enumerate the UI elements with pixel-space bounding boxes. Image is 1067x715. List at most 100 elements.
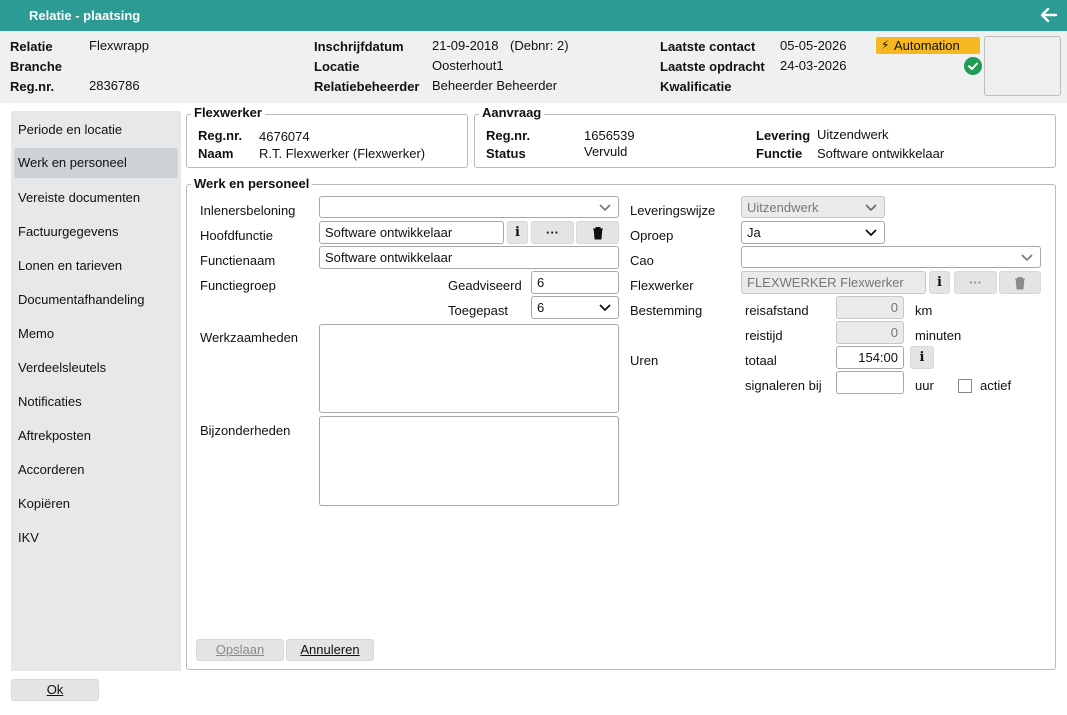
sidebar-item-aftrekposten[interactable]: Aftrekposten (14, 421, 178, 451)
sidebar-item-werk-en-personeel[interactable]: Werk en personeel (14, 148, 178, 178)
sidebar-item-verdeelsleutels[interactable]: Verdeelsleutels (14, 353, 178, 383)
geadviseerd-field[interactable]: 6 (531, 271, 619, 294)
hoofdfunctie-info-button[interactable]: i (507, 221, 528, 244)
totaal-label: totaal (745, 353, 777, 368)
regnr-value: 2836786 (89, 78, 140, 93)
bijzonderheden-label: Bijzonderheden (200, 423, 291, 438)
minuten-label: minuten (915, 328, 962, 343)
check-circle-icon (964, 57, 982, 75)
hoofdfunctie-field[interactable]: Software ontwikkelaar (319, 221, 504, 244)
signaleren-field[interactable] (836, 371, 904, 394)
aanvraag-functie-value: Software ontwikkelaar (817, 146, 945, 161)
sidebar-item-ikv[interactable]: IKV (14, 523, 178, 553)
flexwerker-naam-label: Naam (198, 146, 234, 161)
toegepast-value: 6 (537, 300, 545, 315)
bijzonderheden-textarea[interactable] (319, 416, 619, 506)
oproep-value: Ja (747, 225, 761, 240)
oproep-label: Oproep (630, 228, 674, 243)
functiegroep-label: Functiegroep (200, 278, 276, 293)
sidebar-item-documentafhandeling[interactable]: Documentafhandeling (14, 285, 178, 315)
ok-button[interactable]: Ok (11, 679, 99, 701)
totaal-info-button[interactable]: i (910, 346, 934, 369)
werkzaamheden-label: Werkzaamheden (200, 330, 299, 345)
toegepast-label: Toegepast (448, 303, 508, 318)
sidebar-item-notificaties[interactable]: Notificaties (14, 387, 178, 417)
cao-select[interactable] (741, 246, 1041, 268)
chevron-down-icon (865, 229, 877, 237)
trash-icon (1015, 277, 1025, 290)
leveringswijze-label: Leveringswijze (630, 203, 716, 218)
aanvraag-group-title: Aanvraag (479, 105, 545, 120)
flexwerker-naam-value: R.T. Flexwerker (Flexwerker) (259, 146, 426, 161)
automation-badge: ⚡ Automation (876, 37, 980, 54)
oproep-select[interactable]: Ja (741, 221, 885, 244)
inlenersbeloning-label: Inlenersbeloning (200, 203, 296, 218)
sidebar-item-kopieren[interactable]: Kopiëren (14, 489, 178, 519)
locatie-value: Oosterhout1 (432, 58, 504, 73)
sidebar-item-lonen-en-tarieven[interactable]: Lonen en tarieven (14, 251, 178, 281)
sidebar-item-accorderen[interactable]: Accorderen (14, 455, 178, 485)
title-bar: Relatie - plaatsing (0, 0, 1067, 31)
chevron-down-icon (1021, 254, 1033, 262)
leveringswijze-value: Uitzendwerk (747, 200, 819, 215)
flexwerker-group-title: Flexwerker (191, 105, 265, 120)
totaal-field[interactable]: 154:00 (836, 346, 904, 369)
actief-label: actief (980, 378, 1012, 393)
reistijd-field[interactable]: 0 (836, 321, 904, 344)
more-icon: ··· (546, 225, 559, 240)
signaleren-label: signaleren bij (745, 378, 822, 393)
reisafstand-label: reisafstand (745, 303, 809, 318)
laatste-contact-label: Laatste contact (660, 39, 756, 54)
aanvraag-functie-label: Functie (756, 146, 803, 161)
actief-checkbox[interactable] (958, 379, 972, 393)
photo-placeholder[interactable] (984, 36, 1061, 96)
aanvraag-regnr-value: 1656539 (584, 128, 635, 143)
trash-icon (592, 227, 603, 240)
sidebar-item-memo[interactable]: Memo (14, 319, 178, 349)
leveringswijze-select[interactable]: Uitzendwerk (741, 196, 885, 218)
relatiebeheerder-value: Beheerder Beheerder (432, 78, 558, 93)
lightning-icon: ⚡ (881, 38, 890, 52)
annuleren-button[interactable]: Annuleren (286, 639, 374, 661)
bestemming-label: Bestemming (630, 303, 703, 318)
flexwerker-delete-button[interactable] (999, 271, 1041, 294)
relatie-label: Relatie (10, 39, 53, 54)
werk-en-personeel-title: Werk en personeel (191, 176, 313, 191)
window-title: Relatie - plaatsing (29, 8, 141, 23)
back-arrow-icon[interactable] (1039, 4, 1059, 26)
functienaam-field[interactable]: Software ontwikkelaar (319, 246, 619, 269)
laatste-opdracht-value: 24-03-2026 (780, 58, 847, 73)
sidebar-item-vereiste-documenten[interactable]: Vereiste documenten (14, 183, 178, 213)
werkzaamheden-textarea[interactable] (319, 324, 619, 413)
sidebar-item-factuurgegevens[interactable]: Factuurgegevens (14, 217, 178, 247)
reistijd-label: reistijd (745, 328, 783, 343)
flexwerker-label: Flexwerker (630, 278, 694, 293)
automation-badge-label: Automation (894, 38, 960, 53)
flexwerker-regnr-label: Reg.nr. (198, 128, 243, 143)
aanvraag-levering-value: Uitzendwerk (817, 127, 889, 142)
laatste-contact-value: 05-05-2026 (780, 38, 847, 53)
hoofdfunctie-delete-button[interactable] (576, 221, 619, 244)
hoofdfunctie-label: Hoofdfunctie (200, 228, 273, 243)
laatste-opdracht-label: Laatste opdracht (660, 59, 765, 74)
chevron-down-icon (599, 204, 611, 212)
aanvraag-status-label: Status (486, 146, 526, 161)
inschrijfdatum-label: Inschrijfdatum (314, 39, 404, 54)
relatie-value: Flexwrapp (89, 38, 149, 53)
inlenersbeloning-select[interactable] (319, 196, 619, 218)
debnr-value: (Debnr: 2) (510, 38, 569, 53)
aanvraag-regnr-label: Reg.nr. (486, 128, 531, 143)
flexwerker-field[interactable]: FLEXWERKER Flexwerker (741, 271, 926, 294)
reisafstand-field[interactable]: 0 (836, 296, 904, 319)
aanvraag-levering-label: Levering (756, 128, 811, 143)
toegepast-select[interactable]: 6 (531, 296, 619, 319)
flexwerker-info-button[interactable]: i (929, 271, 950, 294)
flexwerker-browse-button[interactable]: ··· (954, 271, 997, 294)
sidebar-item-periode-en-locatie[interactable]: Periode en locatie (14, 115, 178, 145)
more-icon: ··· (969, 275, 982, 290)
kwalificatie-label: Kwalificatie (660, 79, 732, 94)
chevron-down-icon (865, 204, 877, 212)
opslaan-button[interactable]: Opslaan (196, 639, 284, 661)
hoofdfunctie-browse-button[interactable]: ··· (531, 221, 574, 244)
geadviseerd-label: Geadviseerd (448, 278, 522, 293)
